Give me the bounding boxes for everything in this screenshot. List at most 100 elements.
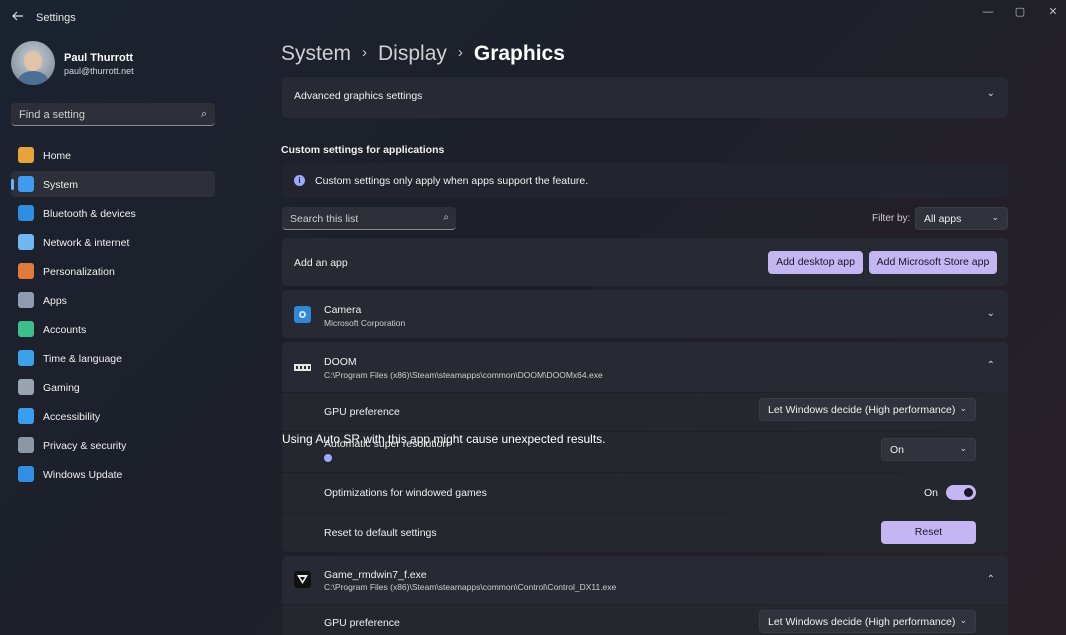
doom-auto-sr-row: Automatic super resolution Using Auto SR…: [282, 432, 1008, 472]
sidebar-item-gaming[interactable]: Gaming: [11, 374, 215, 400]
breadcrumb-separator: ›: [457, 44, 463, 61]
breadcrumb: System › Display › Graphics: [281, 42, 565, 66]
gpu-preference-label: GPU preference: [324, 617, 400, 629]
auto-sr-label: Automatic super resolution: [324, 438, 449, 450]
back-button[interactable]: [10, 9, 26, 25]
list-search-placeholder: Search this list: [290, 213, 359, 225]
windowed-optimizations-label: Optimizations for windowed games: [324, 487, 487, 499]
doom-windowed-optimizations-row: Optimizations for windowed games On: [282, 473, 1008, 513]
avatar[interactable]: [11, 41, 55, 85]
app-card-control[interactable]: Game_rmdwin7_f.exe C:\Program Files (x86…: [282, 556, 1008, 604]
chevron-down-icon: ⌄: [959, 615, 967, 625]
gpu-preference-value: Let Windows decide (High performance): [768, 404, 956, 416]
sidebar-item-label: Gaming: [43, 382, 80, 394]
sidebar-item-system[interactable]: System: [11, 171, 215, 197]
shield-icon: [18, 437, 34, 453]
filter-label: Filter by:: [872, 213, 911, 224]
app-path: C:\Program Files (x86)\Steam\steamapps\c…: [324, 582, 617, 592]
sidebar-item-label: Apps: [43, 295, 67, 307]
sidebar-item-label: Accessibility: [43, 411, 101, 423]
reset-label: Reset to default settings: [324, 527, 437, 539]
close-button[interactable]: ✕: [1042, 5, 1064, 19]
advanced-graphics-label: Advanced graphics settings: [294, 90, 423, 102]
sidebar-item-windows-update[interactable]: Windows Update: [11, 461, 215, 487]
sidebar-item-bluetooth-devices[interactable]: Bluetooth & devices: [11, 200, 215, 226]
add-desktop-app-button[interactable]: Add desktop app: [768, 251, 863, 274]
maximize-button[interactable]: ▢: [1009, 5, 1031, 19]
globe-clock-icon: [18, 350, 34, 366]
title-bar: Settings — ▢ ✕: [0, 0, 1066, 34]
bluetooth-icon: [18, 205, 34, 221]
toggle-state-label: On: [924, 487, 939, 499]
doom-app-icon: [294, 359, 311, 376]
apps-icon: [18, 292, 34, 308]
arrow-left-icon: [12, 11, 23, 21]
gpu-preference-value: Let Windows decide (High performance): [768, 616, 956, 628]
search-placeholder: Find a setting: [19, 109, 86, 121]
find-setting-search[interactable]: Find a setting ⌕: [11, 103, 215, 126]
sidebar-item-personalization[interactable]: Personalization: [11, 258, 215, 284]
reset-button[interactable]: Reset: [881, 521, 976, 544]
chevron-down-icon: ⌄: [986, 88, 995, 99]
user-email: paul@thurrott.net: [64, 66, 134, 76]
gpu-preference-dropdown[interactable]: Let Windows decide (High performance) ⌄: [759, 398, 976, 421]
accessibility-icon: [18, 408, 34, 424]
app-card-doom[interactable]: DOOM C:\Program Files (x86)\Steam\steama…: [282, 342, 1008, 392]
sidebar-item-label: Network & internet: [43, 237, 130, 249]
sidebar-item-network-internet[interactable]: Network & internet: [11, 229, 215, 255]
windowed-optimizations-toggle[interactable]: [946, 485, 976, 500]
doom-gpu-preference-row: GPU preference Let Windows decide (High …: [282, 393, 1008, 431]
gpu-preference-label: GPU preference: [324, 406, 400, 418]
sidebar-item-privacy-security[interactable]: Privacy & security: [11, 432, 215, 458]
control-gpu-preference-row: GPU preference Let Windows decide (High …: [282, 605, 1008, 635]
sidebar-item-home[interactable]: Home: [11, 142, 215, 168]
chevron-down-icon: ⌄: [991, 212, 999, 222]
gpu-preference-dropdown[interactable]: Let Windows decide (High performance) ⌄: [759, 610, 976, 633]
sidebar-item-accessibility[interactable]: Accessibility: [11, 403, 215, 429]
filter-value: All apps: [924, 213, 962, 225]
brush-icon: [18, 263, 34, 279]
app-name: Game_rmdwin7_f.exe: [324, 569, 427, 581]
system-display-icon: [18, 176, 34, 192]
active-indicator: [11, 179, 14, 190]
sidebar-item-apps[interactable]: Apps: [11, 287, 215, 313]
chevron-up-icon: ⌃: [986, 360, 995, 371]
gamepad-icon: [18, 379, 34, 395]
filter-dropdown[interactable]: All apps ⌄: [915, 207, 1008, 230]
doom-reset-row: Reset to default settings Reset: [282, 514, 1008, 552]
info-icon: [324, 454, 332, 462]
sidebar-item-label: Windows Update: [43, 469, 123, 481]
search-icon: ⌕: [443, 212, 449, 223]
breadcrumb-system[interactable]: System: [281, 42, 351, 65]
app-card-camera[interactable]: Camera Microsoft Corporation ⌄: [282, 290, 1008, 338]
search-list-input[interactable]: Search this list ⌕: [282, 207, 456, 230]
person-icon: [18, 321, 34, 337]
sidebar-item-label: Accounts: [43, 324, 87, 336]
sidebar-item-label: Time & language: [43, 353, 122, 365]
sidebar-item-label: Home: [43, 150, 72, 162]
info-text: Custom settings only apply when apps sup…: [315, 175, 589, 187]
app-name: Camera: [324, 304, 362, 316]
user-name: Paul Thurrott: [64, 52, 134, 64]
page-title: Graphics: [473, 42, 565, 65]
chevron-up-icon: ⌃: [986, 574, 995, 585]
chevron-down-icon: ⌄: [959, 443, 967, 453]
app-publisher: Microsoft Corporation: [324, 318, 406, 328]
sidebar-item-label: System: [43, 179, 79, 191]
chevron-down-icon: ⌄: [959, 403, 967, 413]
info-bar: i Custom settings only apply when apps s…: [282, 163, 1008, 198]
advanced-graphics-settings[interactable]: Advanced graphics settings ⌄: [282, 77, 1008, 118]
add-store-app-button[interactable]: Add Microsoft Store app: [869, 251, 997, 274]
search-icon: ⌕: [200, 108, 207, 120]
wifi-icon: [18, 234, 34, 250]
sidebar-item-accounts[interactable]: Accounts: [11, 316, 215, 342]
sidebar-item-label: Privacy & security: [43, 440, 127, 452]
breadcrumb-separator: ›: [362, 44, 368, 61]
sidebar-item-label: Personalization: [43, 266, 115, 278]
auto-sr-dropdown[interactable]: On ⌄: [881, 438, 976, 461]
camera-app-icon: [294, 306, 311, 323]
sidebar-item-time-language[interactable]: Time & language: [11, 345, 215, 371]
breadcrumb-display[interactable]: Display: [378, 42, 447, 65]
chevron-down-icon: ⌄: [986, 308, 995, 319]
minimize-button[interactable]: —: [977, 5, 999, 19]
